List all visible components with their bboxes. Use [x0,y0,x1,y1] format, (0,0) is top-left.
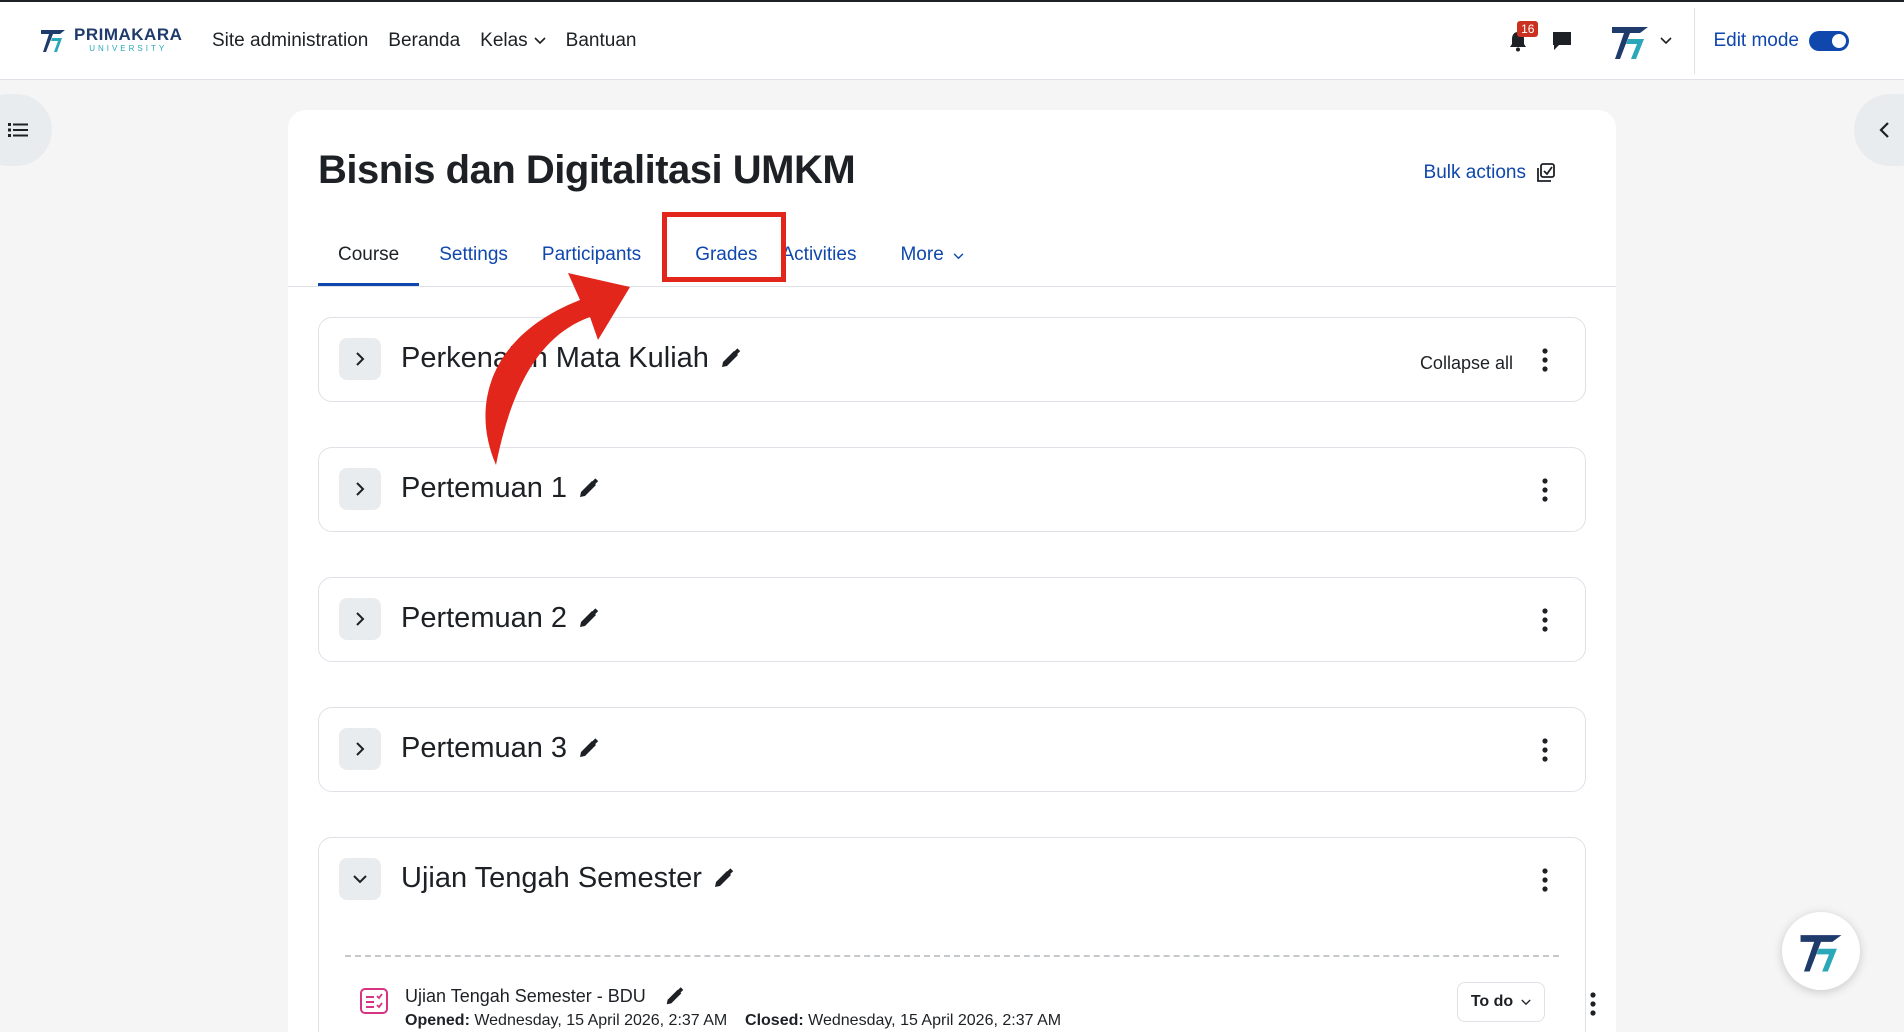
chevron-down-icon [1521,999,1531,1005]
list-icon [8,123,28,137]
avatar [1612,27,1649,59]
section-expand-button[interactable] [339,598,381,640]
chevron-right-icon [356,352,365,366]
section-title-text: Pertemuan 2 [401,602,568,634]
bulk-actions-label: Bulk actions [1423,162,1526,183]
section-expand-button[interactable] [339,728,381,770]
course-section: Pertemuan 3 [318,707,1586,792]
chat-icon [1553,32,1572,50]
chevron-down-icon [353,875,367,884]
activity-name[interactable]: Ujian Tengah Semester - BDU [405,986,684,1007]
tab-activities[interactable]: Activities [782,230,877,286]
primakara-logo-icon [41,30,65,52]
brand-logo[interactable]: PRIMAKARA UNIVERSITY [38,24,182,54]
course-index-drawer-toggle[interactable] [0,94,52,166]
annotation-arrow-icon [485,273,630,465]
pencil-icon[interactable] [664,986,684,1007]
edit-mode-label: Edit mode [1713,30,1799,51]
nav-home[interactable]: Beranda [388,30,460,52]
page-title: Bisnis dan Digitalitasi UMKM [318,148,856,192]
opened-label: Opened: [405,1012,470,1029]
collapse-all-link[interactable]: Collapse all [1420,353,1513,374]
activity-dates: Opened: Wednesday, 15 April 2026, 2:37 A… [405,1012,1061,1030]
chevron-down-icon [953,253,964,260]
nav-classes[interactable]: Kelas [480,30,546,52]
kebab-menu-icon[interactable] [1541,608,1549,632]
kebab-menu-icon[interactable] [1541,348,1549,372]
primakara-logo-icon [1800,935,1842,972]
tab-more[interactable]: More [876,230,984,286]
chevron-down-icon [1660,37,1673,45]
chevron-left-icon [1879,122,1889,138]
course-section: Ujian Tengah Semester Ujian Tengah Semes… [318,837,1596,1032]
section-divider [345,955,1559,957]
chevron-down-icon [534,37,546,45]
kebab-menu-icon[interactable] [1541,478,1549,502]
block-drawer-toggle[interactable] [1854,94,1904,166]
section-collapse-button[interactable] [339,858,381,900]
kebab-menu-icon[interactable] [1589,992,1597,1016]
bulk-edit-icon [1537,163,1555,182]
completion-dropdown[interactable]: To do [1457,982,1545,1022]
grades-highlight-box [662,212,786,282]
closed-value: Wednesday, 15 April 2026, 2:37 AM [808,1012,1062,1029]
quiz-icon [360,988,388,1014]
brand-name: PRIMAKARA [74,24,183,44]
course-section: Pertemuan 2 [318,577,1586,662]
notifications-button[interactable]: 16 [1498,21,1539,61]
header-divider [1694,8,1696,74]
edit-mode-switch[interactable]: Edit mode [1713,30,1849,52]
section-title[interactable]: Pertemuan 1 [401,472,599,505]
brand-sub: UNIVERSITY [89,43,168,53]
completion-label: To do [1470,993,1514,1010]
section-title[interactable]: Pertemuan 2 [401,602,599,635]
primary-nav: Site administration Beranda Kelas Bantua… [212,30,636,52]
kebab-menu-icon[interactable] [1541,738,1549,762]
section-title[interactable]: Pertemuan 3 [401,732,599,765]
nav-classes-label: Kelas [480,30,528,51]
pencil-icon[interactable] [577,607,599,630]
top-navbar: PRIMAKARA UNIVERSITY Site administration… [0,0,1904,80]
pencil-icon[interactable] [577,477,599,500]
section-title[interactable]: Ujian Tengah Semester [401,862,734,895]
section-title-text: Pertemuan 3 [401,732,568,764]
assistant-button[interactable] [1782,912,1860,990]
pencil-icon[interactable] [712,867,734,890]
section-expand-button[interactable] [339,338,381,380]
section-expand-button[interactable] [339,468,381,510]
bulk-actions-button[interactable]: Bulk actions [1424,162,1556,184]
tab-more-label: More [900,244,944,265]
closed-label: Closed: [745,1012,804,1029]
chevron-right-icon [356,482,365,496]
pencil-icon[interactable] [719,347,741,370]
chevron-right-icon [356,612,365,626]
course-card: Bisnis dan Digitalitasi UMKM Bulk action… [288,110,1616,1032]
pencil-icon[interactable] [577,737,599,760]
notification-count-badge: 16 [1517,21,1539,37]
nav-site-administration[interactable]: Site administration [212,30,368,52]
section-title-text: Ujian Tengah Semester [401,862,702,894]
edit-mode-toggle[interactable] [1809,31,1849,51]
nav-help[interactable]: Bantuan [566,30,637,52]
tab-course[interactable]: Course [318,230,420,286]
opened-value: Wednesday, 15 April 2026, 2:37 AM [474,1012,728,1029]
section-title-text: Pertemuan 1 [401,472,568,504]
activity-name-text: Ujian Tengah Semester - BDU [405,986,646,1006]
user-menu[interactable] [1608,19,1673,63]
messages-button[interactable] [1542,21,1582,61]
chevron-right-icon [356,742,365,756]
kebab-menu-icon[interactable] [1541,868,1549,892]
